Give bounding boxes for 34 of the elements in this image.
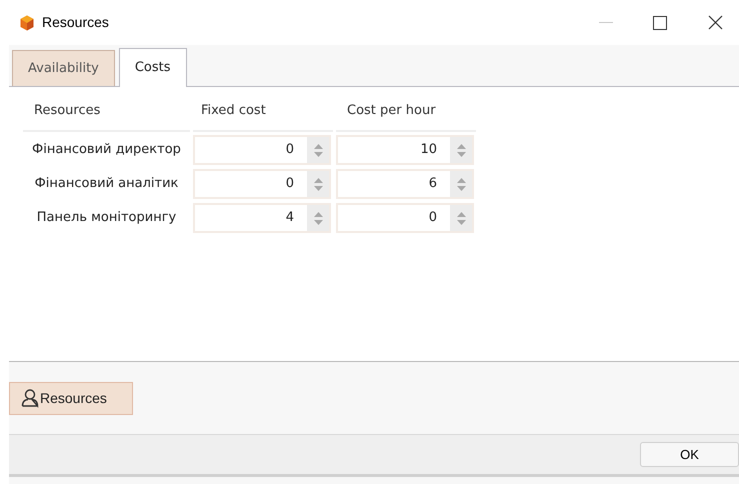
down-arrow-icon[interactable]: [314, 220, 322, 224]
up-arrow-icon[interactable]: [314, 212, 322, 216]
ok-button[interactable]: OK: [640, 442, 739, 467]
close-icon[interactable]: [708, 15, 723, 30]
resources-button[interactable]: Resources: [9, 382, 133, 414]
down-arrow-icon[interactable]: [456, 186, 466, 190]
column-header: Cost per hour: [336, 98, 476, 132]
column-header: Resources: [23, 98, 190, 132]
resource-name: Фінансовий директор: [31, 141, 182, 160]
app-logo-icon: [19, 14, 35, 30]
number-spinner[interactable]: 4: [193, 203, 331, 233]
number-spinner[interactable]: 6: [336, 169, 474, 199]
person-icon: [20, 388, 40, 408]
up-arrow-icon[interactable]: [314, 178, 322, 182]
down-arrow-icon[interactable]: [314, 186, 322, 190]
down-arrow-icon[interactable]: [314, 152, 322, 156]
up-arrow-icon[interactable]: [456, 144, 466, 148]
minimize-icon[interactable]: [599, 22, 613, 23]
tab[interactable]: Costs: [118, 48, 187, 87]
down-arrow-icon[interactable]: [456, 220, 466, 224]
number-spinner[interactable]: 0: [336, 203, 474, 233]
column-header: Fixed cost: [193, 98, 333, 132]
up-arrow-icon[interactable]: [314, 144, 322, 148]
resource-name: Фінансовий аналітик: [34, 175, 180, 194]
resource-name: Панель моніторингу: [36, 209, 178, 228]
maximize-icon[interactable]: [653, 16, 667, 30]
number-spinner[interactable]: 0: [193, 135, 331, 165]
number-spinner[interactable]: 0: [193, 169, 331, 199]
tab[interactable]: Availability: [12, 50, 115, 86]
window-title: Resources: [42, 13, 109, 32]
number-spinner[interactable]: 10: [336, 135, 474, 165]
up-arrow-icon[interactable]: [456, 178, 466, 182]
up-arrow-icon[interactable]: [456, 212, 466, 216]
down-arrow-icon[interactable]: [456, 152, 466, 156]
